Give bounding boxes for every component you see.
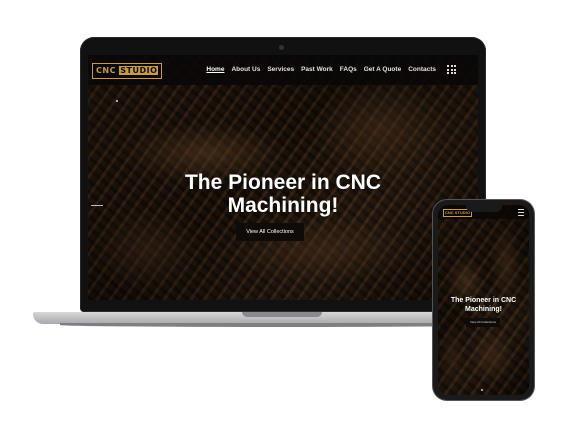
phone-hero-title-line1: The Pioneer in CNC <box>450 297 517 304</box>
slider-indicator-dot <box>116 100 118 102</box>
phone-slider-dot <box>481 389 483 391</box>
phone-hero-title-line2: Machining! <box>465 306 502 313</box>
phone-view-collections-button[interactable]: View All Collections <box>466 318 500 327</box>
logo-text-left: CNC <box>96 66 116 75</box>
site-navbar: CNC STUDIO Home About Us Services Past W… <box>88 55 478 85</box>
logo-text-right: STUDIO <box>119 66 159 75</box>
grid-dots-icon[interactable] <box>447 65 456 74</box>
hero-title-line1: The Pioneer in CNC <box>184 171 382 194</box>
hero-title-line2: Machining! <box>227 194 339 217</box>
nav-menu: Home About Us Services Past Work FAQs Ge… <box>206 66 436 73</box>
laptop-opening-notch <box>242 312 322 317</box>
phone-screen: CNC STUDIO The Pioneer in CNC Machining!… <box>438 205 529 395</box>
nav-item-about-us[interactable]: About Us <box>231 66 260 73</box>
nav-item-services[interactable]: Services <box>267 66 294 73</box>
phone-hero-title: The Pioneer in CNC Machining! <box>438 296 529 314</box>
phone-notch <box>466 205 502 212</box>
view-collections-button[interactable]: View All Collections <box>236 223 304 241</box>
hamburger-icon[interactable] <box>518 209 524 216</box>
laptop-camera <box>279 45 284 50</box>
hero-title: The Pioneer in CNC Machining! <box>88 171 478 217</box>
nav-item-past-work[interactable]: Past Work <box>301 66 333 73</box>
nav-item-contacts[interactable]: Contacts <box>408 66 436 73</box>
laptop-screen: CNC STUDIO Home About Us Services Past W… <box>88 55 478 300</box>
nav-item-get-a-quote[interactable]: Get A Quote <box>364 66 401 73</box>
nav-item-home[interactable]: Home <box>206 66 224 73</box>
nav-item-faqs[interactable]: FAQs <box>340 66 357 73</box>
site-logo[interactable]: CNC STUDIO <box>92 63 163 79</box>
